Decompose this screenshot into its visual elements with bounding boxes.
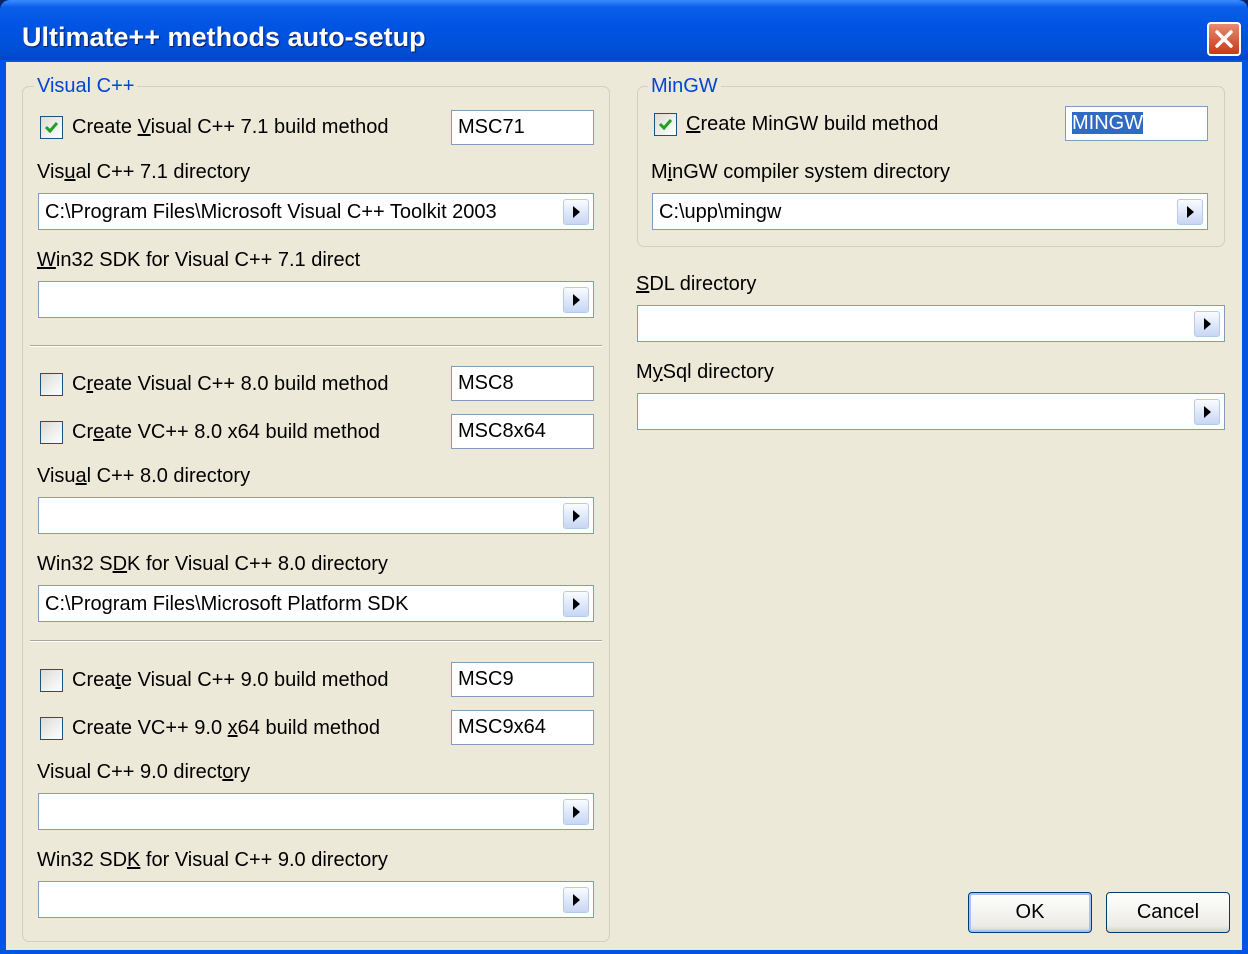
checkmark-icon xyxy=(44,122,59,134)
dialog-window: Ultimate++ methods auto-setup Visual C++… xyxy=(0,0,1248,954)
triangle-right-icon xyxy=(573,510,580,522)
mysql-dir-label: MySql directory xyxy=(636,361,774,383)
mysql-dir-browse-button[interactable] xyxy=(1194,399,1220,425)
create-vc71-label: Create Visual C++ 7.1 build method xyxy=(72,116,389,138)
triangle-right-icon xyxy=(573,894,580,906)
vc90-checkbox-box[interactable] xyxy=(40,669,63,692)
visual-cpp-group-title: Visual C++ xyxy=(34,75,138,97)
triangle-right-icon xyxy=(1187,206,1194,218)
vc80-sdk-browse-button[interactable] xyxy=(563,591,589,617)
vc90-dir-field[interactable] xyxy=(38,793,594,830)
create-mingw-label: Create MinGW build method xyxy=(686,113,939,135)
vc80-checkbox-box[interactable] xyxy=(40,373,63,396)
window-title: Ultimate++ methods auto-setup xyxy=(22,22,426,52)
sdl-dir-field[interactable] xyxy=(637,305,1225,342)
sdl-dir-browse-button[interactable] xyxy=(1194,311,1220,337)
vc80-method-name-input[interactable]: MSC8 xyxy=(451,366,594,401)
create-vc90-x64-checkbox[interactable]: Create VC++ 9.0 x64 build method xyxy=(40,716,440,742)
vc80-dir-label: Visual C++ 8.0 directory xyxy=(37,465,251,487)
dialog-client-area: Visual C++ Create Visual C++ 7.1 build m… xyxy=(6,62,1242,950)
vc71-dir-field[interactable]: C:\Program Files\Microsoft Visual C++ To… xyxy=(38,193,594,230)
vc71-checkbox-box[interactable] xyxy=(40,116,63,139)
vc71-method-name-input[interactable]: MSC71 xyxy=(451,110,594,145)
vc90-sdk-browse-button[interactable] xyxy=(563,887,589,913)
vc80-sdk-label: Win32 SDK for Visual C++ 8.0 directory xyxy=(37,553,388,575)
vc71-sdk-browse-button[interactable] xyxy=(563,287,589,313)
vc90-sdk-label: Win32 SDK for Visual C++ 9.0 directory xyxy=(37,849,388,871)
close-button[interactable] xyxy=(1207,22,1241,56)
mingw-method-name-input[interactable]: MINGW xyxy=(1065,106,1208,141)
mingw-method-name-selected: MINGW xyxy=(1072,112,1144,134)
create-vc71-checkbox[interactable]: Create Visual C++ 7.1 build method xyxy=(40,115,440,141)
vc80-dir-browse-button[interactable] xyxy=(563,503,589,529)
vc90-method-name-input[interactable]: MSC9 xyxy=(451,662,594,697)
mysql-dir-field[interactable] xyxy=(637,393,1225,430)
vc80-sdk-field[interactable]: C:\Program Files\Microsoft Platform SDK xyxy=(38,585,594,622)
vc80-x64-checkbox-box[interactable] xyxy=(40,421,63,444)
mingw-dir-label: MinGW compiler system directory xyxy=(651,161,950,183)
vc71-sdk-label: Win32 SDK for Visual C++ 7.1 direct xyxy=(37,249,361,271)
vc71-dir-value: C:\Program Files\Microsoft Visual C++ To… xyxy=(45,201,497,223)
create-mingw-checkbox[interactable]: Create MinGW build method xyxy=(654,112,1054,138)
mingw-dir-value: C:\upp\mingw xyxy=(659,201,782,223)
create-vc80-label: Create Visual C++ 8.0 build method xyxy=(72,373,389,395)
vc90-x64-method-name-input[interactable]: MSC9x64 xyxy=(451,710,594,745)
triangle-right-icon xyxy=(573,206,580,218)
close-icon xyxy=(1215,30,1233,48)
triangle-right-icon xyxy=(1204,406,1211,418)
create-vc80-checkbox[interactable]: Create Visual C++ 8.0 build method xyxy=(40,372,440,398)
vc90-sdk-field[interactable] xyxy=(38,881,594,918)
create-vc90-checkbox[interactable]: Create Visual C++ 9.0 build method xyxy=(40,668,440,694)
mingw-checkbox-box[interactable] xyxy=(654,113,677,136)
mingw-group-title: MinGW xyxy=(648,75,721,97)
create-vc90-label: Create Visual C++ 9.0 build method xyxy=(72,669,389,691)
triangle-right-icon xyxy=(573,806,580,818)
checkmark-icon xyxy=(658,119,673,131)
triangle-right-icon xyxy=(1204,318,1211,330)
ok-button[interactable]: OK xyxy=(968,892,1092,933)
triangle-right-icon xyxy=(573,294,580,306)
cancel-button[interactable]: Cancel xyxy=(1106,892,1230,933)
separator xyxy=(30,345,602,347)
vc80-dir-field[interactable] xyxy=(38,497,594,534)
separator xyxy=(30,640,602,642)
vc71-dir-label: Visual C++ 7.1 directory xyxy=(37,161,251,183)
vc71-dir-browse-button[interactable] xyxy=(563,199,589,225)
vc90-dir-browse-button[interactable] xyxy=(563,799,589,825)
vc90-dir-label: Visual C++ 9.0 directory xyxy=(37,761,251,783)
vc80-x64-method-name-input[interactable]: MSC8x64 xyxy=(451,414,594,449)
sdl-dir-label: SDL directory xyxy=(636,273,757,295)
create-vc80-x64-label: Create VC++ 8.0 x64 build method xyxy=(72,421,380,443)
vc80-sdk-value: C:\Program Files\Microsoft Platform SDK xyxy=(45,593,409,615)
mingw-dir-browse-button[interactable] xyxy=(1177,199,1203,225)
create-vc80-x64-checkbox[interactable]: Create VC++ 8.0 x64 build method xyxy=(40,420,440,446)
title-bar[interactable]: Ultimate++ methods auto-setup xyxy=(0,0,1248,60)
triangle-right-icon xyxy=(573,598,580,610)
mingw-dir-field[interactable]: C:\upp\mingw xyxy=(652,193,1208,230)
create-vc90-x64-label: Create VC++ 9.0 x64 build method xyxy=(72,717,380,739)
vc90-x64-checkbox-box[interactable] xyxy=(40,717,63,740)
vc71-sdk-field[interactable] xyxy=(38,281,594,318)
